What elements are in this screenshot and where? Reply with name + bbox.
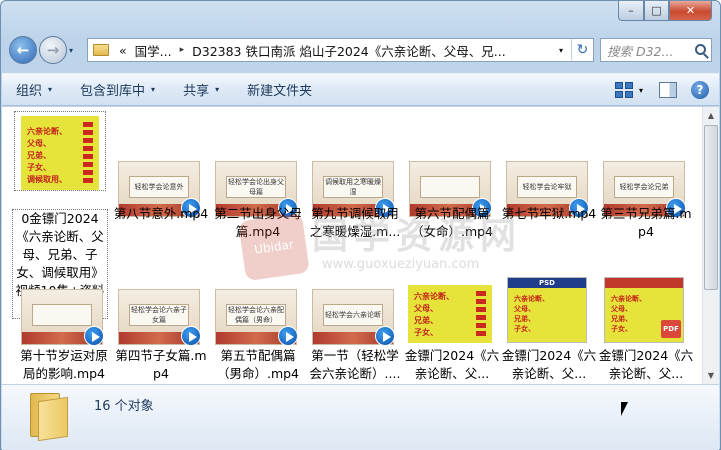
scroll-down-icon[interactable]: ▼ <box>703 367 719 384</box>
folder-icon <box>30 393 72 442</box>
file-thumbnail[interactable]: 轻松学会论六亲子女篇 <box>113 269 205 347</box>
mouse-cursor-icon <box>621 402 628 416</box>
file-name[interactable]: 金镖门2024《六亲论断、父... <box>501 347 597 383</box>
share-label: 共享 <box>183 84 210 99</box>
explorer-window: – □ ✕ ← → ▾ « 国学... ▸ D32383 铁口南派 焰山子202… <box>0 0 721 450</box>
file-name[interactable]: 第九节调候取用之寒暖燥湿.m... <box>307 205 403 241</box>
file-name[interactable]: 第七节牢狱.mp4 <box>501 205 597 223</box>
help-icon[interactable]: ? <box>691 81 709 99</box>
file-thumbnail[interactable]: 轻松学会论六亲配偶篇（男命） <box>210 269 302 347</box>
address-dropdown[interactable]: ▾ <box>553 39 569 61</box>
file-thumbnail[interactable]: 轻松学会六亲论断 <box>307 269 399 347</box>
file-list[interactable]: 六亲论断、 父母、 兄弟、 子女、 调候取用、 0金镖门2024《六亲论断、父母… <box>2 107 719 384</box>
minimize-button[interactable]: – <box>618 1 644 21</box>
video-preview: 轻松学会六亲论断 <box>312 289 395 346</box>
caption-buttons: – □ ✕ <box>618 1 712 21</box>
breadcrumb-item[interactable]: D32383 铁口南派 焰山子2024《六亲论断、父母、兄... <box>188 41 510 60</box>
organize-label: 组织 <box>16 84 43 99</box>
forward-arrow-icon: → <box>46 41 60 59</box>
breadcrumb-separator-icon[interactable]: ▸ <box>176 45 189 55</box>
search-placeholder: 搜索 D32... <box>607 43 674 59</box>
vertical-title-decoration <box>476 291 486 337</box>
video-preview: 轻松学会论六亲子女篇 <box>118 289 201 346</box>
scroll-up-icon[interactable]: ▲ <box>703 107 719 124</box>
file-name[interactable]: 第十节岁运对原局的影响.mp4 <box>16 347 112 383</box>
search-input[interactable]: 搜索 D32... <box>600 38 712 62</box>
address-bar[interactable]: « 国学... ▸ D32383 铁口南派 焰山子2024《六亲论断、父母、兄.… <box>87 38 594 62</box>
preview-text: 六亲论断、 父母、 兄弟、 子女、 <box>611 295 646 333</box>
file-thumbnail[interactable]: 六亲论断、 父母、 兄弟、 子女、 调候取用、 <box>14 111 106 191</box>
psd-label: PSD <box>508 278 586 288</box>
breadcrumb-item[interactable]: 国学... <box>131 41 176 60</box>
include-library-label: 包含到库中 <box>80 84 146 99</box>
video-play-icon <box>278 326 298 346</box>
search-icon[interactable] <box>695 44 706 55</box>
folder-icon <box>93 44 109 56</box>
file-name[interactable]: 第一节（轻松学会六亲论断）.... <box>307 347 403 383</box>
image-preview: 六亲论断、 父母、 兄弟、 子女、 调候取用、 <box>21 116 99 190</box>
video-preview <box>21 289 104 346</box>
file-name[interactable]: 第六节配偶篇（女命）.mp4 <box>404 205 500 241</box>
pdf-preview: 六亲论断、 父母、 兄弟、 子女、 PDF <box>604 277 684 343</box>
preview-text: 六亲论断、 父母、 兄弟、 子女、 <box>514 295 549 333</box>
image-preview: 六亲论断、 父母、 兄弟、 子女、 <box>408 285 492 343</box>
back-arrow-icon: ← <box>16 41 30 59</box>
file-thumbnail[interactable] <box>16 269 108 347</box>
chevron-down-icon: ▾ <box>151 85 156 94</box>
video-preview: 轻松学会论六亲配偶篇（男命） <box>215 289 298 346</box>
view-controls: ▾ ? <box>614 81 709 99</box>
refresh-button[interactable]: ↻ <box>571 39 593 61</box>
close-button[interactable]: ✕ <box>669 1 712 21</box>
refresh-icon: ↻ <box>576 42 589 58</box>
file-thumbnail[interactable]: 六亲论断、 父母、 兄弟、 子女、 <box>404 269 496 347</box>
share-button[interactable]: 共享 ▾ <box>169 73 233 106</box>
forward-button[interactable]: → <box>39 36 67 64</box>
breadcrumb-overflow[interactable]: « <box>115 43 131 58</box>
command-bar: 组织 ▾ 包含到库中 ▾ 共享 ▾ 新建文件夹 ▾ ? <box>2 73 719 106</box>
vertical-title-decoration <box>83 122 93 184</box>
details-pane: 16 个对象 <box>2 384 719 450</box>
file-name[interactable]: 第八节意外.mp4 <box>113 205 209 223</box>
organize-button[interactable]: 组织 ▾ <box>2 73 66 106</box>
change-view-icon[interactable] <box>614 82 633 98</box>
view-dropdown[interactable]: ▾ <box>639 86 643 95</box>
video-play-icon <box>181 326 201 346</box>
file-thumbnail[interactable]: 六亲论断、 父母、 兄弟、 子女、 PDF <box>598 269 690 347</box>
video-play-icon <box>84 326 104 346</box>
preview-text: 六亲论断、 父母、 兄弟、 子女、 <box>414 292 454 337</box>
back-button[interactable]: ← <box>9 36 37 64</box>
video-play-icon <box>375 326 395 346</box>
maximize-button[interactable]: □ <box>644 1 669 21</box>
file-name[interactable]: 第五节配偶篇（男命）.mp4 <box>210 347 306 383</box>
scrollbar-thumb[interactable] <box>704 125 718 290</box>
preview-pane-icon[interactable] <box>659 82 677 98</box>
file-name[interactable]: 第三节兄弟篇.mp4 <box>598 205 694 241</box>
pdf-icon: PDF <box>661 320 681 338</box>
file-name[interactable]: 金镖门2024《六亲论断、父... <box>598 347 694 383</box>
file-name[interactable]: 第四节子女篇.mp4 <box>113 347 209 383</box>
file-name[interactable]: 第二节出身父母篇.mp4 <box>210 205 306 241</box>
file-thumbnail[interactable]: PSD 六亲论断、 父母、 兄弟、 子女、 <box>501 269 593 347</box>
file-name[interactable]: 金镖门2024《六亲论断、父... <box>404 347 500 383</box>
pdf-header <box>605 278 683 288</box>
chevron-down-icon: ▾ <box>48 85 53 94</box>
include-in-library-button[interactable]: 包含到库中 ▾ <box>66 73 169 106</box>
chevron-down-icon: ▾ <box>215 85 220 94</box>
item-count: 16 个对象 <box>94 399 154 414</box>
navigation-bar: ← → ▾ « 国学... ▸ D32383 铁口南派 焰山子2024《六亲论断… <box>9 35 712 65</box>
vertical-scrollbar[interactable]: ▲ ▼ <box>702 107 719 384</box>
recent-pages-dropdown[interactable]: ▾ <box>69 46 81 55</box>
new-folder-button[interactable]: 新建文件夹 <box>233 73 326 106</box>
psd-preview: PSD 六亲论断、 父母、 兄弟、 子女、 <box>507 277 587 343</box>
preview-text: 六亲论断、 父母、 兄弟、 子女、 调候取用、 <box>27 127 67 184</box>
